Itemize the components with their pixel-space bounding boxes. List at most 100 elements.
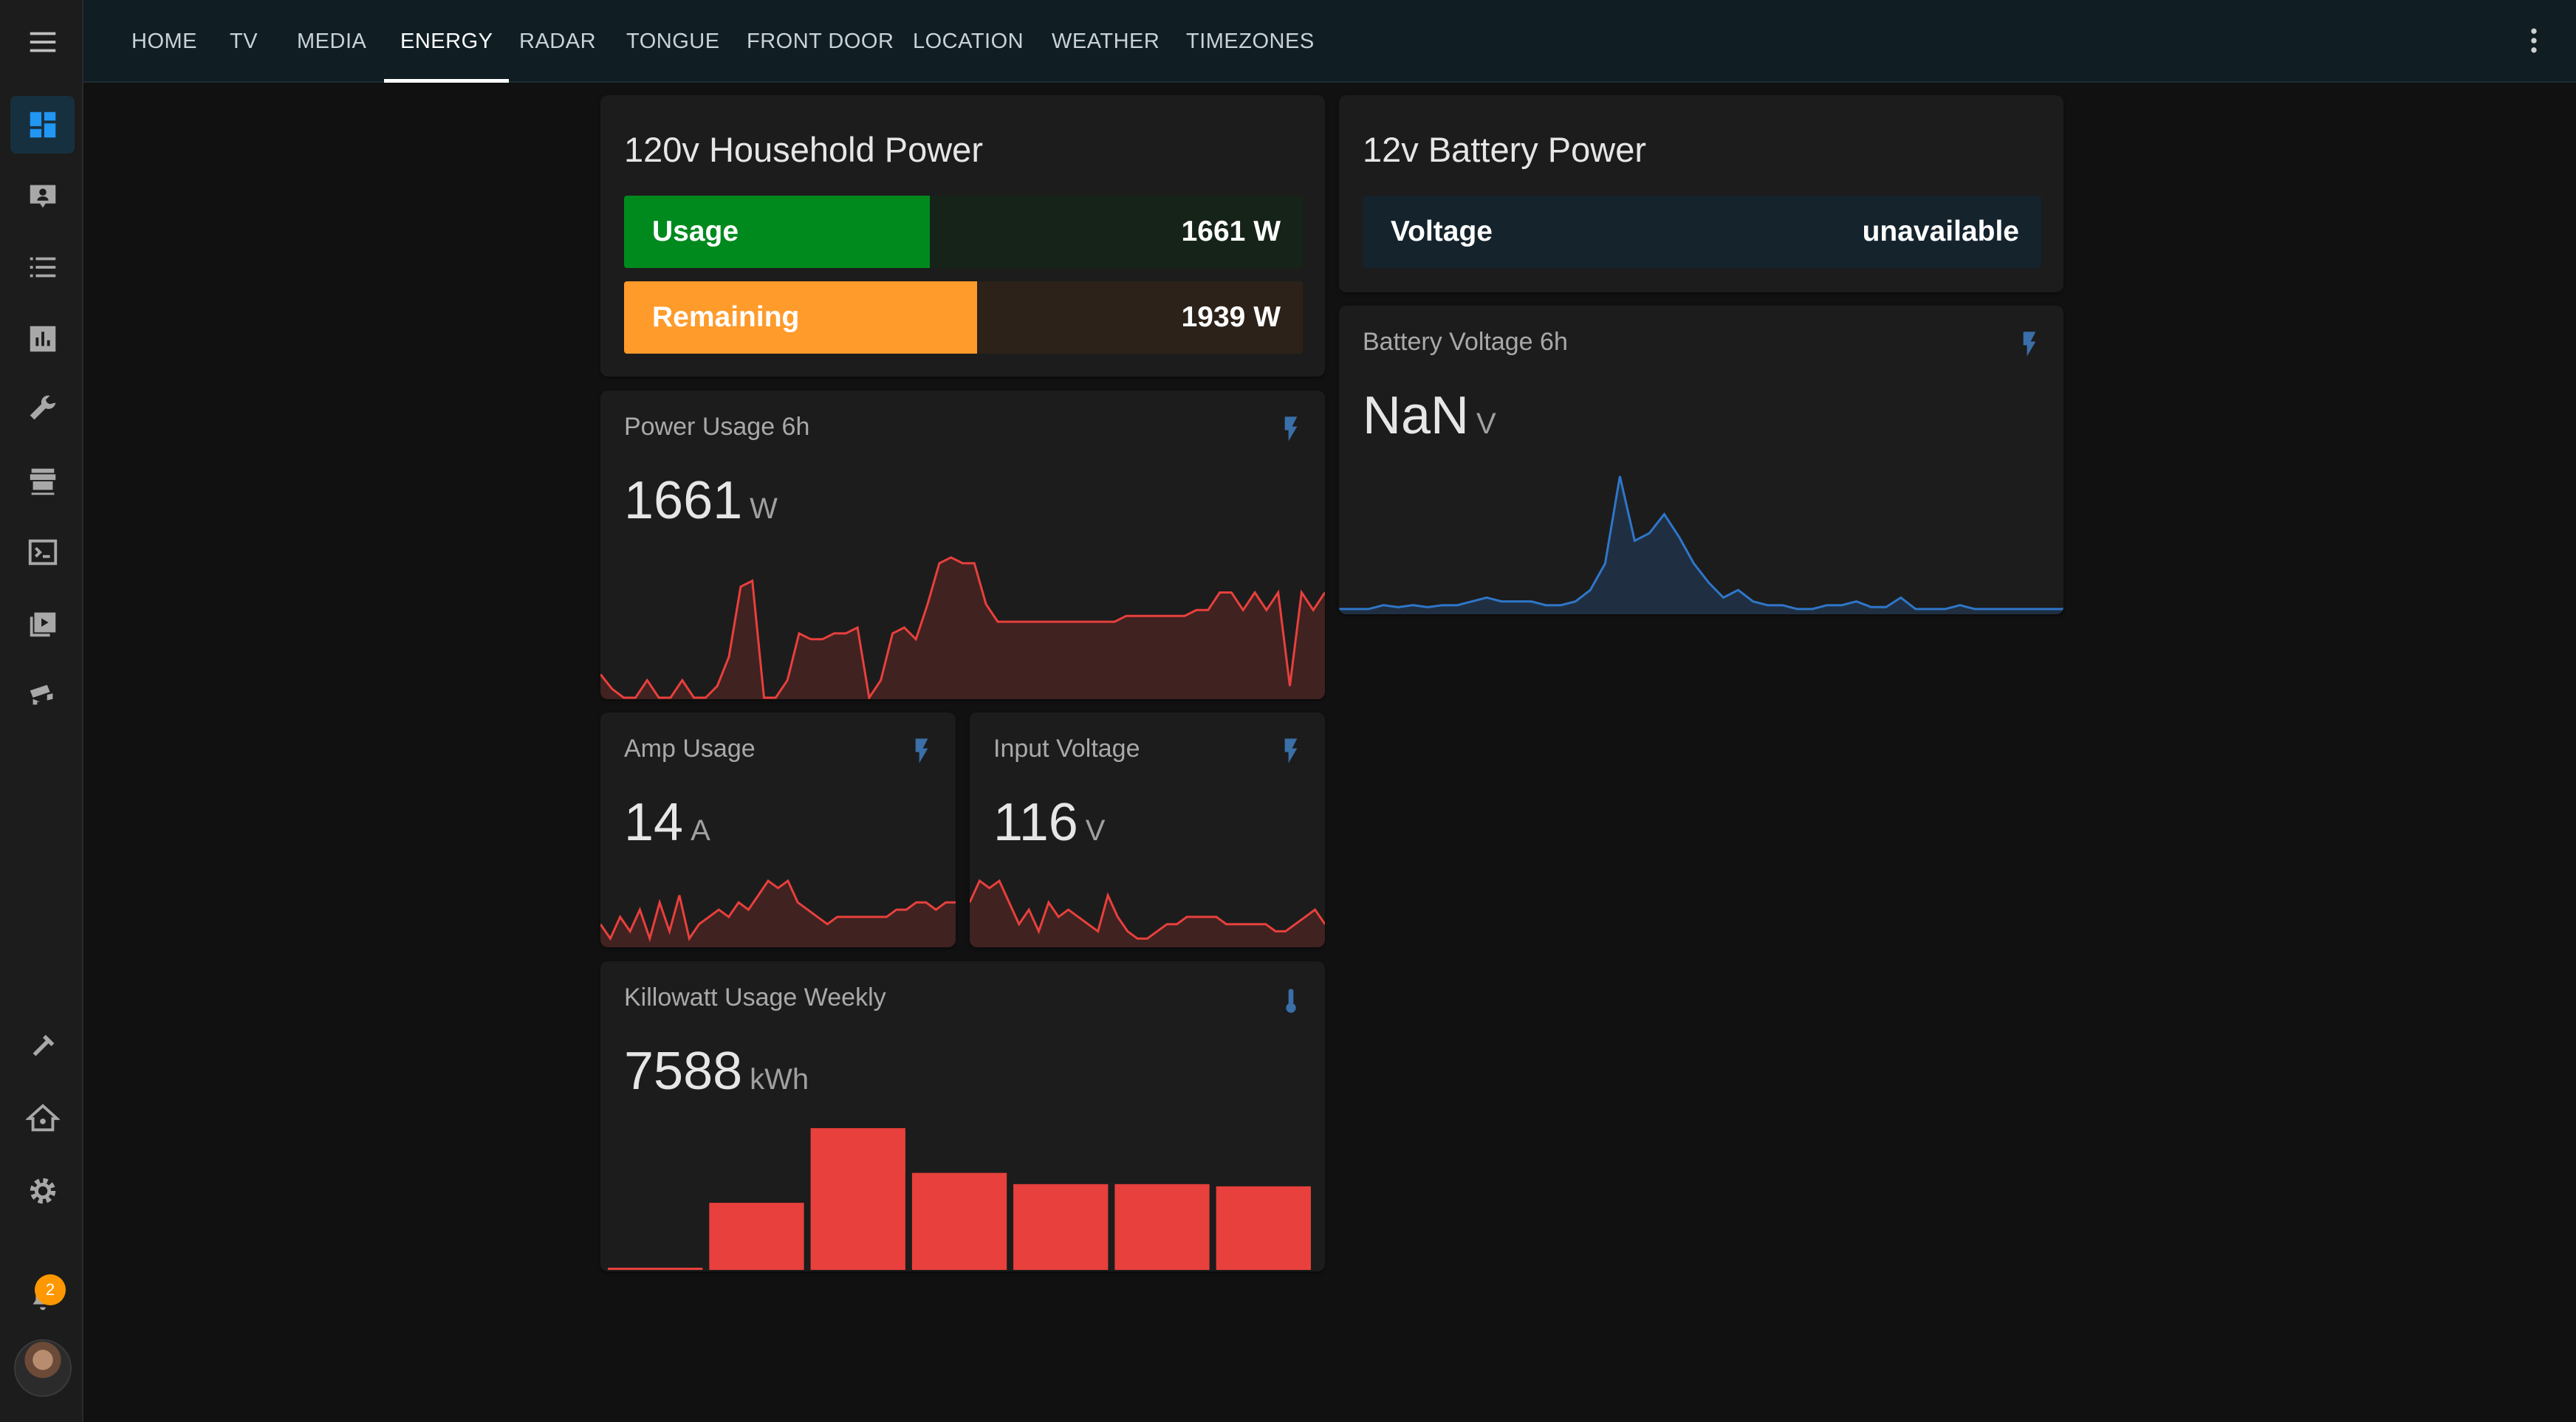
kwh-weekly-bar (810, 1128, 905, 1270)
power-usage-value-row: 1661 W (624, 470, 778, 531)
usage-label: Usage (652, 216, 739, 247)
power-usage-series-area (600, 557, 1325, 699)
gear-icon (30, 1178, 55, 1204)
tab-tongue[interactable]: TONGUE (626, 0, 720, 83)
power-usage-unit: W (750, 492, 778, 525)
map-icon (30, 185, 55, 207)
tab-label: WEATHER (1052, 29, 1160, 53)
hacs-icon (30, 468, 55, 495)
tab-location[interactable]: LOCATION (913, 0, 1024, 83)
tab-weather[interactable]: WEATHER (1052, 0, 1159, 83)
tab-timezones[interactable]: TIMEZONES (1186, 0, 1315, 83)
history-icon (30, 326, 55, 351)
power-usage-sparkline (600, 556, 1325, 699)
battery-voltage-value: NaN (1363, 386, 1470, 445)
tab-label: TIMEZONES (1186, 29, 1315, 53)
kwh-weekly-bar (1114, 1184, 1210, 1270)
input-voltage-card[interactable]: Input Voltage 116 V (970, 712, 1325, 947)
amp-usage-unit: A (691, 814, 710, 847)
flash-icon (1284, 416, 1298, 442)
power-usage-card[interactable]: Power Usage 6h 1661 W (600, 391, 1325, 699)
amp-usage-title: Amp Usage (624, 735, 756, 763)
power-usage-value: 1661 (624, 471, 743, 530)
tab-home[interactable]: HOME (131, 0, 197, 83)
battery-voltage-value-row: NaN V (1363, 385, 1496, 446)
sidebar-item-hacs[interactable] (10, 453, 75, 510)
tab-label: MEDIA (297, 29, 367, 53)
kwh-weekly-bar (1216, 1186, 1311, 1270)
dashboard-icon (30, 111, 55, 138)
power-usage-title: Power Usage 6h (624, 413, 810, 441)
sidebar-item-map[interactable] (10, 168, 75, 225)
tab-label: LOCATION (913, 29, 1024, 53)
remaining-label: Remaining (652, 301, 800, 333)
tab-label: HOME (131, 29, 197, 53)
usage-bar[interactable]: Usage 1661 W (624, 196, 1303, 268)
remaining-bar[interactable]: Remaining 1939 W (624, 281, 1303, 354)
household-power-card: 120v Household Power Usage 1661 W Remain… (600, 95, 1325, 377)
tab-tv[interactable]: TV (230, 0, 258, 83)
menu-toggle-button[interactable] (10, 13, 75, 71)
sidebar-item-developer-tools[interactable] (10, 1017, 75, 1075)
remaining-value: 1939 W (1181, 301, 1281, 333)
sidebar-item-history[interactable] (10, 310, 75, 368)
kwh-weekly-card[interactable]: Killowatt Usage Weekly 7588 kWh (600, 961, 1325, 1271)
sidebar-item-supervisor[interactable] (10, 1090, 75, 1147)
kwh-weekly-bar-chart (608, 1128, 1311, 1270)
avatar[interactable] (14, 1339, 72, 1397)
usage-value: 1661 W (1181, 216, 1281, 247)
tab-media[interactable]: MEDIA (297, 0, 366, 83)
kwh-weekly-bar (1013, 1184, 1109, 1270)
sidebar: 2 (0, 0, 83, 1422)
amp-usage-sparkline (600, 879, 956, 947)
battery-voltage-card[interactable]: Battery Voltage 6h NaN V (1339, 306, 2063, 614)
kwh-weekly-value-row: 7588 kWh (624, 1041, 809, 1102)
sidebar-item-tools[interactable] (10, 381, 75, 439)
sidebar-item-camera[interactable] (10, 666, 75, 724)
hamburger-icon (30, 32, 55, 52)
battery-voltage-sparkline (1339, 475, 2063, 614)
sidebar-item-media[interactable] (10, 595, 75, 653)
sidebar-item-settings[interactable] (10, 1162, 75, 1220)
home-assistant-icon (25, 1104, 60, 1132)
sidebar-item-logbook[interactable] (10, 238, 75, 296)
flash-icon (2023, 332, 2036, 357)
household-power-title: 120v Household Power (624, 130, 983, 169)
battery-power-title: 12v Battery Power (1363, 130, 1647, 169)
sidebar-item-terminal[interactable] (10, 523, 75, 581)
tools-icon (30, 395, 55, 420)
top-app-bar: HOME TV MEDIA ENERGY RADAR TONGUE FRONT DOOR LO… (83, 0, 2576, 83)
logbook-icon (30, 257, 55, 278)
input-voltage-unit: V (1085, 814, 1106, 847)
flash-icon (1284, 738, 1298, 763)
battery-voltage-title: Battery Voltage 6h (1363, 328, 1568, 356)
overflow-menu-button[interactable] (2515, 22, 2552, 59)
sidebar-item-dashboard[interactable] (10, 96, 75, 154)
battery-voltage-unit: V (1476, 408, 1496, 440)
tab-front-door[interactable]: FRONT DOOR (747, 0, 894, 83)
tab-label: TV (230, 29, 258, 53)
battery-voltage-series-area (1339, 476, 2063, 614)
notification-badge: 2 (35, 1274, 66, 1305)
tab-label: RADAR (519, 29, 597, 53)
hammer-icon (32, 1034, 54, 1057)
kwh-weekly-bar (709, 1203, 804, 1270)
media-icon (30, 612, 55, 636)
input-voltage-title: Input Voltage (993, 735, 1140, 763)
kwh-weekly-unit: kWh (750, 1063, 809, 1096)
amp-usage-value-row: 14 A (624, 792, 710, 853)
amp-usage-value: 14 (624, 793, 684, 852)
sidebar-item-notifications[interactable]: 2 (10, 1270, 75, 1327)
tab-energy[interactable]: ENERGY (384, 0, 510, 83)
input-voltage-value: 116 (993, 793, 1078, 852)
active-tab-indicator (384, 79, 510, 83)
voltage-bar[interactable]: Voltage unavailable (1363, 196, 2041, 268)
kwh-weekly-title: Killowatt Usage Weekly (624, 983, 886, 1011)
amp-usage-card[interactable]: Amp Usage 14 A (600, 712, 956, 947)
voltage-value: unavailable (1862, 216, 2019, 247)
voltage-label: Voltage (1391, 216, 1493, 247)
tab-radar[interactable]: RADAR (519, 0, 596, 83)
tab-label: TONGUE (626, 29, 720, 53)
tab-label: FRONT DOOR (747, 29, 894, 53)
terminal-icon (28, 539, 57, 566)
